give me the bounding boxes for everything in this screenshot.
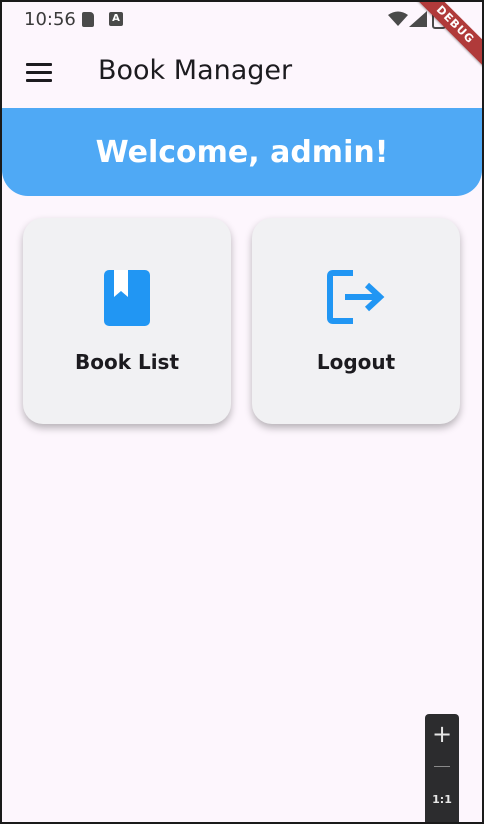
- zoom-in-button[interactable]: +: [425, 720, 459, 748]
- app-title: Book Manager: [98, 55, 293, 86]
- app-frame: 10:56 A DEBUG Book Manager Welcome, admi…: [0, 0, 484, 824]
- logout-card[interactable]: Logout: [252, 218, 460, 424]
- logout-icon: [327, 270, 385, 324]
- welcome-text: Welcome, admin!: [95, 134, 389, 170]
- book-list-card[interactable]: Book List: [23, 218, 231, 424]
- status-time: 10:56: [24, 9, 76, 30]
- a-badge-icon: A: [109, 12, 123, 26]
- wifi-icon: [388, 11, 408, 26]
- zoom-out-button[interactable]: [425, 752, 459, 780]
- book-list-label: Book List: [74, 350, 180, 374]
- status-bar: 10:56 A: [2, 2, 482, 36]
- book-icon: [104, 270, 150, 326]
- logout-label: Logout: [316, 350, 396, 374]
- signal-icon: [409, 11, 427, 27]
- sd-card-icon: [82, 12, 94, 27]
- menu-icon[interactable]: [26, 63, 52, 83]
- app-bar: Book Manager: [2, 38, 482, 108]
- welcome-banner: Welcome, admin!: [2, 108, 482, 196]
- zoom-control: + 1:1: [425, 714, 459, 822]
- zoom-reset-button[interactable]: 1:1: [425, 788, 459, 812]
